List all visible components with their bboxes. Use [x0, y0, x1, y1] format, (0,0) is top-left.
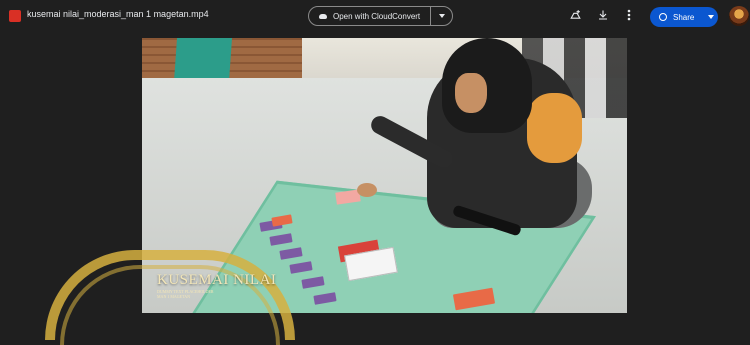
globe-icon	[659, 13, 667, 21]
video-person-hand	[357, 183, 377, 197]
video-person-shirt	[527, 93, 582, 163]
video-watermark: KUSEMAI NILAI DUMMY TEXT PLACEHOLDER MAN…	[157, 272, 276, 299]
file-title: kusemai nilai_moderasi_man 1 magetan.mp4	[27, 9, 209, 19]
more-vert-icon[interactable]	[622, 8, 636, 22]
video-person-face	[455, 73, 487, 113]
avatar[interactable]	[729, 6, 749, 26]
share-button[interactable]: Share	[650, 7, 718, 27]
open-with-button-group: Open with CloudConvert	[308, 6, 453, 26]
watermark-subtitle: MAN 1 MAGETAN	[157, 294, 191, 299]
chevron-down-icon[interactable]	[439, 14, 445, 18]
viewer-toolbar: kusemai nilai_moderasi_man 1 magetan.mp4…	[0, 0, 750, 33]
cloud-icon	[319, 13, 327, 19]
chevron-down-icon[interactable]	[708, 15, 715, 19]
watermark-title: KUSEMAI NILAI	[157, 272, 277, 288]
share-label: Share	[673, 12, 695, 22]
open-with-button[interactable]: Open with CloudConvert	[309, 7, 431, 25]
add-to-drive-icon[interactable]	[568, 8, 582, 22]
open-with-label: Open with CloudConvert	[333, 11, 421, 21]
video-file-icon	[9, 10, 21, 22]
download-icon[interactable]	[596, 8, 610, 22]
